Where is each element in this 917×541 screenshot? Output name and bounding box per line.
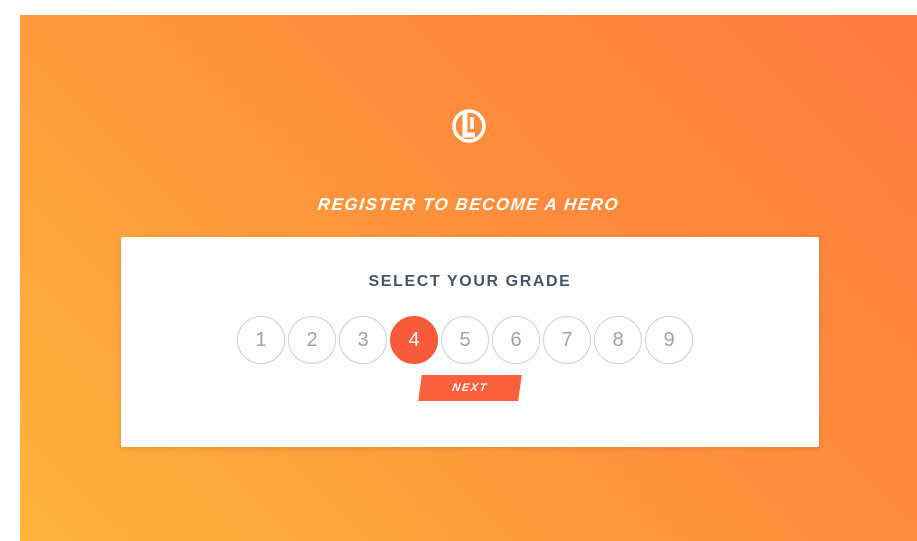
grade-option-4[interactable]: 4 bbox=[390, 316, 438, 364]
grade-option-5[interactable]: 5 bbox=[441, 316, 489, 364]
grade-option-1[interactable]: 1 bbox=[237, 316, 285, 364]
next-button[interactable]: NEXT bbox=[418, 375, 522, 401]
grade-option-8[interactable]: 8 bbox=[594, 316, 642, 364]
grade-options: 1 2 3 4 5 6 7 8 9 bbox=[237, 316, 693, 364]
grade-option-7[interactable]: 7 bbox=[543, 316, 591, 364]
card-title: SELECT YOUR GRADE bbox=[368, 273, 572, 290]
grade-option-2[interactable]: 2 bbox=[288, 316, 336, 364]
grade-option-9[interactable]: 9 bbox=[645, 316, 693, 364]
grade-selection-card: SELECT YOUR GRADE 1 2 3 4 5 6 7 8 9 NEXT bbox=[121, 237, 819, 447]
background-panel: REGISTER TO BECOME A HERO SELECT YOUR GR… bbox=[20, 15, 917, 541]
lightning-shield-logo-icon bbox=[452, 109, 486, 143]
grade-option-3[interactable]: 3 bbox=[339, 316, 387, 364]
page-headline: REGISTER TO BECOME A HERO bbox=[316, 195, 621, 214]
grade-option-6[interactable]: 6 bbox=[492, 316, 540, 364]
